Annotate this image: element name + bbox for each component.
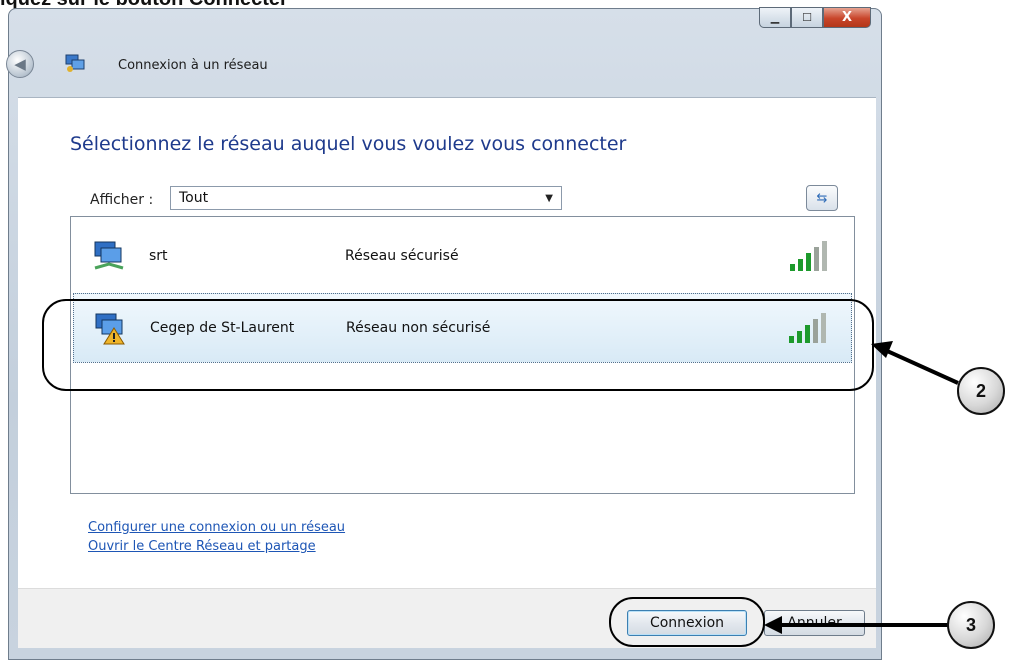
annotation-arrows [764,341,959,634]
step-3-callout: 3 [947,601,995,649]
step-2-callout: 2 [957,367,1005,415]
step-2-arrow [871,341,959,385]
step-3-arrow [764,616,948,634]
